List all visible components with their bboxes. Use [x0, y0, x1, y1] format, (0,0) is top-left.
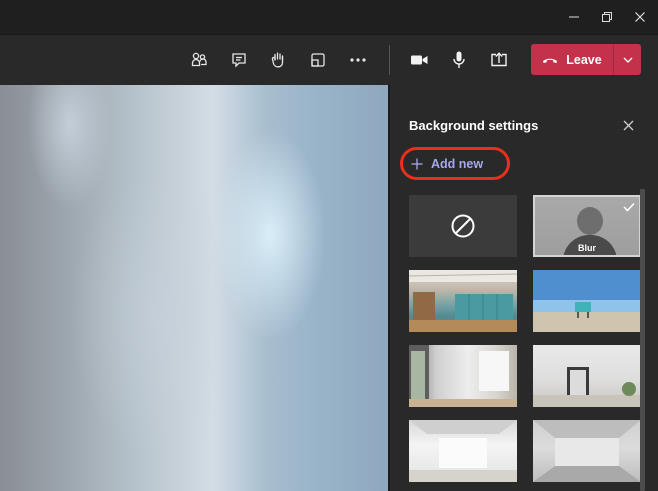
meeting-toolbar: Leave — [0, 34, 658, 85]
video-preview — [0, 85, 388, 491]
hand-icon — [271, 52, 284, 68]
plus-icon — [411, 158, 423, 169]
room-2-image — [533, 367, 641, 407]
panel-scrollbar[interactable] — [640, 189, 645, 491]
background-settings-panel: Background settings Add new Blur — [389, 85, 658, 491]
checkmark-icon — [623, 202, 635, 212]
add-new-button[interactable]: Add new — [400, 147, 510, 180]
title-bar — [0, 0, 658, 34]
background-option-office[interactable] — [409, 270, 517, 332]
restore-icon — [602, 12, 612, 22]
more-icon — [350, 58, 366, 62]
close-icon — [623, 120, 633, 130]
add-new-label: Add new — [431, 156, 484, 171]
more-button[interactable] — [344, 47, 372, 73]
office-image — [409, 270, 517, 332]
panel-scrollbar-thumb[interactable] — [640, 189, 645, 491]
panel-title: Background settings — [409, 118, 539, 133]
participants-button[interactable] — [185, 47, 213, 73]
people-icon — [191, 52, 207, 67]
share-icon — [491, 52, 507, 67]
leave-button[interactable]: Leave — [531, 44, 613, 75]
close-button[interactable] — [623, 0, 657, 34]
microphone-icon — [453, 51, 465, 68]
no-background-icon — [451, 214, 475, 238]
beach-image — [533, 270, 641, 332]
minimize-icon — [569, 16, 579, 18]
close-icon — [635, 12, 645, 22]
leave-options-dropdown[interactable] — [614, 44, 641, 75]
minimize-button[interactable] — [557, 0, 591, 34]
room-3-image — [409, 420, 517, 482]
teams-meeting-window: Leave Background settings Add new Blur — [0, 0, 658, 491]
blur-label: Blur — [578, 243, 596, 253]
background-option-room-2[interactable] — [533, 345, 641, 407]
microphone-button[interactable] — [445, 47, 473, 73]
toolbar-divider — [389, 45, 390, 75]
raise-hand-button[interactable] — [264, 47, 292, 73]
share-screen-button[interactable] — [485, 47, 513, 73]
background-option-blur[interactable]: Blur — [533, 195, 641, 257]
chat-button[interactable] — [225, 47, 253, 73]
leave-label: Leave — [566, 52, 602, 67]
camera-button[interactable] — [405, 47, 433, 73]
panel-close-button[interactable] — [620, 117, 636, 133]
rooms-button[interactable] — [304, 47, 332, 73]
room-4-image — [533, 420, 641, 482]
background-option-room-4[interactable] — [533, 420, 641, 482]
camera-icon — [411, 55, 428, 65]
background-option-room-1[interactable] — [409, 345, 517, 407]
background-option-none[interactable] — [409, 195, 517, 257]
rooms-icon — [311, 53, 325, 67]
hang-up-icon — [543, 58, 558, 63]
background-option-room-3[interactable] — [409, 420, 517, 482]
background-option-beach[interactable] — [533, 270, 641, 332]
leave-button-group: Leave — [531, 44, 641, 75]
blur-preview-head — [577, 207, 603, 235]
chat-icon — [232, 53, 246, 68]
restore-button[interactable] — [590, 0, 624, 34]
room-1-image — [409, 345, 517, 407]
chevron-down-icon — [623, 57, 632, 63]
